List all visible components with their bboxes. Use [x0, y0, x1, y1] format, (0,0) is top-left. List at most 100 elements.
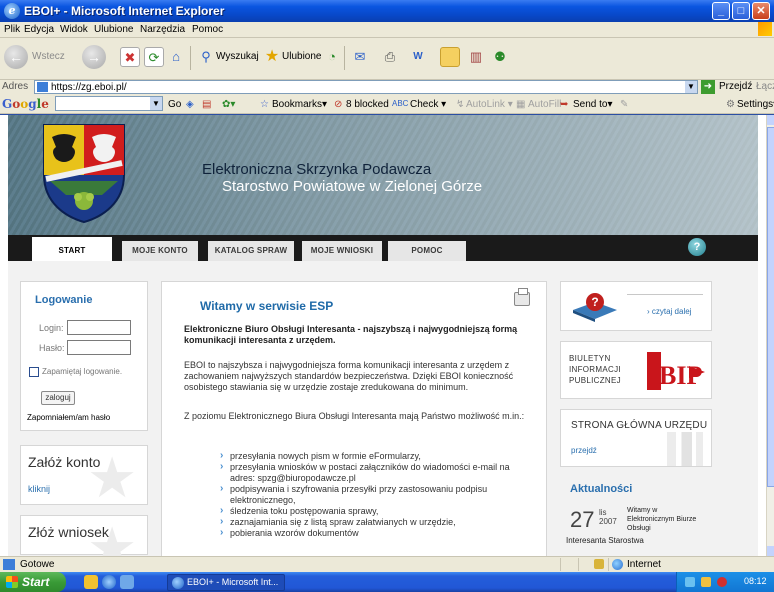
news-icon[interactable]: ✿▾ [222, 99, 235, 110]
forward-arrow-icon[interactable]: → [82, 45, 106, 69]
tab-my-account[interactable]: MOJE KONTO [122, 241, 198, 261]
network-icon[interactable] [685, 577, 695, 587]
taskbar-item-ie[interactable]: EBOI+ - Microsoft Int... [167, 574, 285, 591]
forgot-password-link[interactable]: Zapomniałem/am hasło [27, 413, 110, 422]
scroll-thumb[interactable] [767, 127, 774, 487]
search-options-icon[interactable]: ◈ [186, 99, 194, 110]
pagerank-icon[interactable]: ▤ [202, 99, 211, 110]
system-tray: 08:12 [676, 572, 774, 592]
remember-label[interactable]: Zapamiętaj logowanie. [42, 367, 122, 376]
start-button[interactable]: Start [0, 572, 66, 592]
close-button[interactable]: ✕ [752, 2, 770, 20]
scroll-up-button[interactable] [767, 115, 774, 125]
menu-help[interactable]: Pomoc [192, 24, 223, 35]
sendto-button[interactable]: Send to▾ [573, 99, 613, 110]
login-input[interactable] [67, 320, 131, 335]
status-divider [578, 558, 579, 571]
autofill-button[interactable]: AutoFill [528, 99, 561, 110]
page-icon [3, 559, 15, 570]
login-title: Logowanie [35, 294, 93, 306]
welcome-paragraph-1: EBOI to najszybsza i najwygodniejsza for… [184, 360, 514, 392]
search-button-label[interactable]: Wyszukaj [216, 51, 259, 62]
messenger-icon[interactable]: ⚉ [490, 47, 510, 67]
window-titlebar[interactable]: e EBOI+ - Microsoft Internet Explorer _ … [0, 0, 774, 22]
back-button-label[interactable]: Wstecz [32, 51, 65, 62]
header-subtitle: Starostwo Powiatowe w Zielonej Górze [222, 178, 483, 195]
menu-bar: Plik Edycja Widok Ulubione Narzędzia Pom… [0, 22, 774, 38]
news-text-continued[interactable]: Interesanta Starostwa [566, 536, 644, 545]
google-logo[interactable]: Google [2, 97, 49, 111]
autofill-icon[interactable]: ▦ [516, 99, 525, 110]
login-button[interactable]: zaloguj [41, 391, 75, 405]
quicklaunch-icon[interactable] [84, 575, 98, 589]
notes-icon[interactable] [440, 47, 460, 67]
news-box: Aktualności 27 lis 2007 Witamy w Elektro… [560, 477, 712, 556]
help-icon[interactable]: ? [688, 238, 706, 256]
tray-icon[interactable] [701, 577, 711, 587]
spellcheck-icon[interactable]: ABC [392, 99, 408, 108]
print-icon[interactable] [514, 288, 530, 306]
back-arrow-icon[interactable]: ← [4, 45, 28, 69]
highlighter-icon[interactable]: ✎ [620, 99, 628, 110]
quicklaunch-desktop-icon[interactable] [120, 575, 134, 589]
home-icon[interactable]: ⌂ [166, 47, 186, 67]
popup-blocked-count[interactable]: 8 blocked [346, 99, 389, 110]
tab-start[interactable]: START [32, 237, 112, 261]
links-label[interactable]: Łącza [756, 81, 774, 92]
menu-edit[interactable]: Edycja [24, 24, 54, 35]
go-arrow-icon[interactable]: ➜ [701, 80, 715, 94]
bookmarks-star-icon[interactable]: ☆ [260, 99, 269, 110]
favorites-button-label[interactable]: Ulubione [282, 51, 321, 62]
autolink-icon[interactable]: ↯ [456, 99, 464, 110]
create-account-link[interactable]: kliknij [28, 484, 50, 494]
print-icon[interactable]: ⎙ [380, 47, 400, 67]
menu-file[interactable]: Plik [4, 24, 20, 35]
security-alert-icon[interactable] [717, 577, 727, 587]
bookmarks-button[interactable]: Bookmarks▾ [272, 99, 327, 110]
read-more-link[interactable]: › czytaj dalej [647, 307, 691, 316]
menu-view[interactable]: Widok [60, 24, 88, 35]
tab-my-requests[interactable]: MOJE WNIOSKI [302, 241, 382, 261]
refresh-icon[interactable]: ⟳ [144, 47, 164, 67]
bip-box[interactable]: BIULETYN INFORMACJI PUBLICZNEJ BIP [560, 341, 712, 399]
go-button-label[interactable]: Przejdź [719, 81, 752, 92]
edit-word-icon[interactable]: W [408, 47, 428, 67]
internet-explorer-icon [172, 577, 184, 589]
tab-case-catalog[interactable]: KATALOG SPRAW [208, 241, 294, 261]
tab-help[interactable]: POMOC [388, 241, 466, 261]
chevron-down-icon[interactable]: ▼ [685, 81, 697, 93]
autolink-button[interactable]: AutoLink ▾ [466, 99, 513, 110]
create-account-box: ★ Załóż konto kliknij [20, 445, 148, 506]
settings-gear-icon[interactable]: ⚙ [726, 99, 735, 110]
lock-icon[interactable] [594, 559, 604, 569]
check-button[interactable]: Check ▾ [410, 99, 446, 110]
homepage-link[interactable]: przejdź [571, 446, 597, 455]
search-icon[interactable]: ⚲ [196, 47, 216, 67]
password-input[interactable] [67, 340, 131, 355]
history-icon[interactable]: ◔ [322, 47, 342, 67]
scroll-down-button[interactable] [767, 546, 774, 556]
mail-icon[interactable]: ✉ [350, 47, 370, 67]
address-url[interactable]: https://zg.eboi.pl/ [51, 82, 127, 93]
menu-favorites[interactable]: Ulubione [94, 24, 133, 35]
news-text[interactable]: Witamy w Elektronicznym Biurze Obsługi [627, 506, 697, 533]
research-icon[interactable]: ▥ [466, 47, 486, 67]
address-input[interactable]: https://zg.eboi.pl/ ▼ [34, 80, 698, 94]
menu-tools[interactable]: Narzędzia [140, 24, 185, 35]
settings-button[interactable]: Settings▾ [737, 99, 774, 110]
header-title: Elektroniczna Skrzynka Podawcza [202, 161, 432, 178]
favorites-star-icon[interactable]: ★ [262, 47, 282, 67]
quicklaunch-ie-icon[interactable] [102, 575, 116, 589]
maximize-button[interactable]: □ [732, 2, 750, 20]
chevron-down-icon[interactable]: ▼ [150, 97, 162, 110]
taskbar: Start EBOI+ - Microsoft Int... 08:12 [0, 572, 774, 592]
google-go-button[interactable]: Go [168, 99, 181, 110]
stop-icon[interactable]: ✖ [120, 47, 140, 67]
popup-blocker-icon[interactable]: ⊘ [334, 99, 342, 110]
sendto-icon[interactable]: ➥ [560, 99, 568, 110]
help-book-icon: ? [573, 293, 617, 322]
minimize-button[interactable]: _ [712, 2, 730, 20]
remember-checkbox[interactable] [29, 367, 39, 377]
google-search-input[interactable]: ▼ [55, 96, 163, 111]
vertical-scrollbar[interactable] [766, 115, 774, 556]
